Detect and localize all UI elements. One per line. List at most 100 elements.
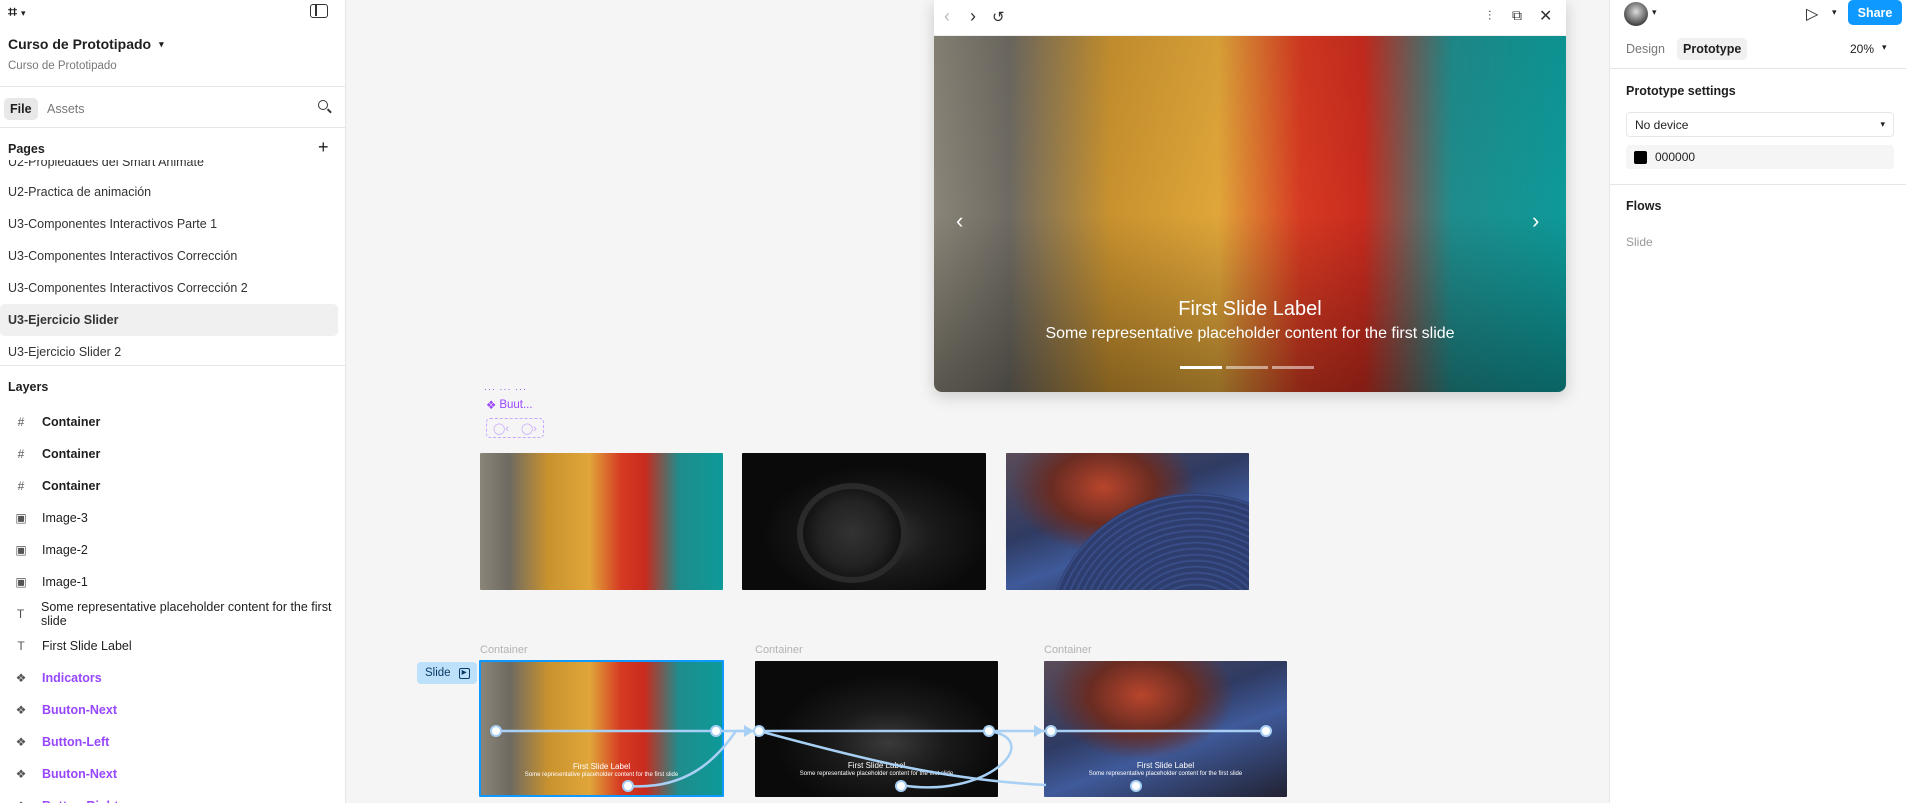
prototype-preview-window[interactable]: ‹ › ↺ ⫶ ⧉ ✕ ‹ › First Slide Label Some r… xyxy=(934,0,1566,392)
figma-logo-icon: ⌗ xyxy=(8,4,18,21)
layer-label: First Slide Label xyxy=(42,639,132,653)
sidebar-toggle-icon[interactable] xyxy=(310,4,328,18)
layer-item[interactable]: # Container xyxy=(0,406,346,438)
connection-node[interactable] xyxy=(753,725,765,737)
chevron-down-icon: ▾ xyxy=(21,7,26,18)
avatar[interactable] xyxy=(1624,2,1648,26)
page-item-selected[interactable]: U3-Ejercicio Slider xyxy=(0,304,338,336)
chevron-down-icon[interactable]: ▾ xyxy=(1832,7,1837,18)
component-icon: ❖ xyxy=(15,671,27,685)
connection-node[interactable] xyxy=(895,780,907,792)
chevron-right-icon[interactable]: › xyxy=(1532,208,1539,234)
restart-icon[interactable]: ↺ xyxy=(992,8,1005,26)
chevron-down-icon: ▾ xyxy=(1880,119,1885,129)
frame-icon: # xyxy=(17,479,25,493)
image-icon: ▣ xyxy=(15,543,27,557)
flow-item[interactable]: Slide xyxy=(1626,235,1653,249)
layer-item[interactable]: ❖ Button-Right xyxy=(0,790,346,803)
tab-prototype[interactable]: Prototype xyxy=(1677,38,1748,60)
indicator[interactable] xyxy=(1272,366,1314,369)
canvas[interactable]: ··· ··· ··· ❖ Buut... ◯‹ ◯› Container Con… xyxy=(346,0,1609,803)
layer-label: Buuton-Next xyxy=(42,703,117,717)
text-icon: T xyxy=(16,607,25,621)
close-icon[interactable]: ✕ xyxy=(1539,6,1552,26)
layer-item[interactable]: ▣ Image-2 xyxy=(0,534,346,566)
connection-node[interactable] xyxy=(1260,725,1272,737)
settings-sliders-icon[interactable]: ⫶ xyxy=(1488,8,1491,24)
connection-line xyxy=(758,729,1047,787)
pages-list: U2-Propiedades del Smart Animate U2-Prac… xyxy=(0,160,346,364)
connection-line xyxy=(900,729,1013,789)
layer-item[interactable]: ❖ Button-Left xyxy=(0,726,346,758)
right-sidebar: ▾ ▷ ▾ Share Design Prototype 20% ▾ Proto… xyxy=(1609,0,1906,803)
layer-label: Some representative placeholder content … xyxy=(41,600,332,628)
layers-list: # Container # Container # Container ▣ Image-3 ▣ I… xyxy=(0,406,346,803)
tab-file[interactable]: File xyxy=(4,98,38,120)
layer-item[interactable]: ▣ Image-3 xyxy=(0,502,346,534)
arrow-head xyxy=(744,725,754,737)
color-swatch[interactable] xyxy=(1634,150,1647,164)
page-item[interactable]: U2-Practica de animación xyxy=(0,176,346,208)
frame-icon: # xyxy=(17,447,25,461)
pages-heading: Pages xyxy=(8,142,45,156)
main-menu-button[interactable]: ⌗ ▾ xyxy=(8,4,26,22)
connection-node[interactable] xyxy=(622,780,634,792)
tab-assets[interactable]: Assets xyxy=(41,98,91,120)
connection-node[interactable] xyxy=(983,725,995,737)
text-icon: T xyxy=(17,639,25,653)
page-item[interactable]: U3-Componentes Interactivos Corrección xyxy=(0,240,346,272)
connection-node[interactable] xyxy=(490,725,502,737)
present-play-icon[interactable]: ▷ xyxy=(1806,4,1818,24)
chevron-left-icon[interactable]: ‹ xyxy=(956,208,963,234)
indicator[interactable] xyxy=(1226,366,1268,369)
color-hex-value[interactable]: 000000 xyxy=(1655,150,1695,164)
component-icon: ❖ xyxy=(15,767,27,781)
preview-slide: ‹ › First Slide Label Some representativ… xyxy=(934,36,1566,392)
indicator[interactable] xyxy=(1180,366,1222,369)
page-item[interactable]: U3-Componentes Interactivos Corrección 2 xyxy=(0,272,346,304)
component-icon: ❖ xyxy=(15,735,27,749)
connection-node[interactable] xyxy=(1045,725,1057,737)
search-icon[interactable] xyxy=(318,100,332,114)
back-icon[interactable]: ‹ xyxy=(944,6,950,27)
layer-label: Image-2 xyxy=(42,543,88,557)
tab-design[interactable]: Design xyxy=(1620,38,1671,60)
left-sidebar: ⌗ ▾ Curso de Prototipado ▾ Curso de Prot… xyxy=(0,0,346,803)
background-color-field[interactable]: 000000 xyxy=(1626,145,1894,169)
layer-label: Button-Right xyxy=(42,799,118,803)
image-icon: ▣ xyxy=(15,511,27,525)
chevron-down-icon: ▾ xyxy=(159,38,164,49)
page-item[interactable]: U3-Ejercicio Slider 2 xyxy=(0,336,346,364)
connection-line xyxy=(627,730,738,788)
open-external-icon[interactable]: ⧉ xyxy=(1512,7,1522,24)
share-button[interactable]: Share xyxy=(1848,0,1902,25)
component-icon: ❖ xyxy=(10,799,32,803)
layer-item[interactable]: T First Slide Label xyxy=(0,630,346,662)
file-title: Curso de Prototipado xyxy=(8,36,152,52)
layer-item[interactable]: ▣ Image-1 xyxy=(0,566,346,598)
layer-label: Indicators xyxy=(42,671,102,685)
arrow-head xyxy=(1034,725,1044,737)
slide-indicators xyxy=(1180,366,1314,369)
connection-node[interactable] xyxy=(710,725,722,737)
layer-label: Image-1 xyxy=(42,575,88,589)
flows-heading: Flows xyxy=(1626,199,1662,213)
device-select[interactable]: No device ▾ xyxy=(1626,112,1894,137)
layer-item[interactable]: ❖ Buuton-Next xyxy=(0,694,346,726)
connection-node[interactable] xyxy=(1130,780,1142,792)
layer-item[interactable]: # Container xyxy=(0,470,346,502)
layer-label: Buuton-Next xyxy=(42,767,117,781)
layer-item[interactable]: T Some representative placeholder content… xyxy=(0,598,346,630)
layer-label: Image-3 xyxy=(42,511,88,525)
layer-label: Button-Left xyxy=(42,735,110,749)
layer-item[interactable]: ❖ Indicators xyxy=(0,662,346,694)
layer-item[interactable]: ❖ Buuton-Next xyxy=(0,758,346,790)
add-page-icon[interactable]: + xyxy=(318,138,329,156)
layer-label: Container xyxy=(42,479,101,493)
file-title-button[interactable]: Curso de Prototipado ▾ xyxy=(8,36,164,52)
chevron-down-icon[interactable]: ▾ xyxy=(1652,7,1657,18)
page-item[interactable]: U3-Componentes Interactivos Parte 1 xyxy=(0,208,346,240)
layer-item[interactable]: # Container xyxy=(0,438,346,470)
forward-icon[interactable]: › xyxy=(970,6,976,27)
zoom-control[interactable]: 20% ▾ xyxy=(1850,42,1887,56)
